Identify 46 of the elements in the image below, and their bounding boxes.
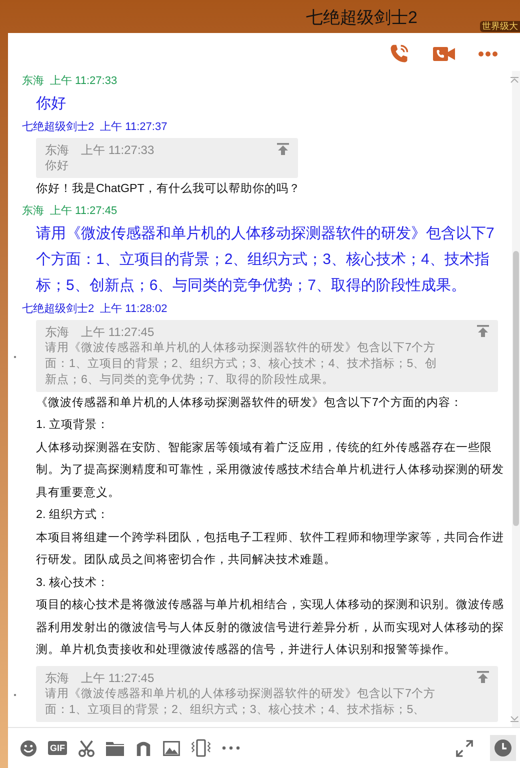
clock-icon [494,739,512,757]
message-time: 上午 11:27:45 [50,204,118,218]
phone-call-icon[interactable] [388,43,410,65]
vibrate-icon[interactable] [191,739,211,757]
quote-text: 请用《微波传感器和单片机的人体移动探测器软件的研发》包含以下7个方面：1、立项目的背景；2、组织方式；3、核心技术；4、技术指标；5、 [45,686,436,718]
scissors-icon[interactable] [78,740,95,756]
rank-badge: 世界级大 [480,21,520,32]
message-time: 上午 11:27:37 [100,120,168,134]
quote-time: 上午 11:27:33 [81,142,154,158]
gif-button[interactable]: GIF [48,741,67,755]
scrollbar-thumb[interactable] [513,251,519,526]
quote-text: 你好 [45,158,70,174]
reply-paragraph: 1. 立项背景： [36,417,110,433]
quote-sender: 东海 [45,324,69,340]
emoji-icon[interactable] [20,740,37,756]
video-call-icon[interactable] [432,45,456,63]
quote-sender: 东海 [45,142,69,158]
reply-paragraph: 《微波传感器和单片机的人体移动探测器软件的研发》包含以下7个方面的内容： [36,394,464,410]
reply-paragraph: 你好！我是ChatGPT，有什么我可以帮助你的吗？ [36,181,302,197]
reply-paragraph: 2. 组织方式： [36,507,110,523]
quote-time: 上午 11:27:45 [81,324,154,340]
message-text: 请用《微波传感器和单片机的人体移动探测器软件的研发》包含以下7个方面：1、立项目的背景；2、组织方式；3、核心技术；4、技术指标；5、创新点；6、与同类的竞争优势；7、取得的阶段性成果。 [36,224,496,296]
more-icon[interactable] [478,51,498,57]
sender-name: 七绝超级剑士2 [22,120,94,134]
quote-sender: 东海 [45,670,69,686]
jump-to-message-icon[interactable] [277,143,289,155]
more-icon[interactable] [222,746,240,750]
quote-text: 请用《微波传感器和单片机的人体移动探测器软件的研发》包含以下7个方面：1、立项目的背景；2、组织方式；3、核心技术；4、技术指标；5、创新点；6、与同类的竞争优势；7、取得的阶段性成果。 [45,340,438,388]
expand-icon[interactable] [456,740,473,756]
sender-name: 东海 [22,74,44,88]
folder-icon[interactable] [106,740,124,756]
sender-name: 七绝超级剑士2 [22,302,94,316]
image-icon[interactable] [163,740,180,756]
message-time: 上午 11:28:02 [100,302,168,316]
reply-paragraph: 人体移动探测器在安防、智能家居等领域有着广泛应用，传统的红外传感器存在一些限制。为了提高探测精度和可靠性，采用微波传感技术结合单片机进行人体移动探测的研发具有重要意义。 [36,440,505,500]
reply-paragraph: 本项目将组建一个跨学科团队，包括电子工程师、软件工程师和物理学家等，共同合作进行研发。团队成员之间将密切合作，共同解决技术难题。 [36,530,505,568]
reply-paragraph: 项目的核心技术是将微波传感器与单片机相结合，实现人体移动的探测和识别。微波传感器利用发射出的微波信号与人体反射的微波信号进行差异分析，从而实现对人体移动的探测。单片机负责接收和处理微波传感器的信号，并进行人体识别和报警等操作。 [36,597,505,658]
reply-paragraph: 3. 核心技术： [36,574,110,590]
message-time: 上午 11:27:33 [50,74,118,88]
jump-to-message-icon[interactable] [477,670,489,682]
jump-to-message-icon[interactable] [477,324,489,336]
quote-time: 上午 11:27:45 [81,670,154,686]
window-title: 七绝超级剑士2 [306,7,418,29]
message-text: 你好 [36,94,67,114]
sender-name: 东海 [22,204,44,218]
history-button[interactable] [490,735,516,761]
